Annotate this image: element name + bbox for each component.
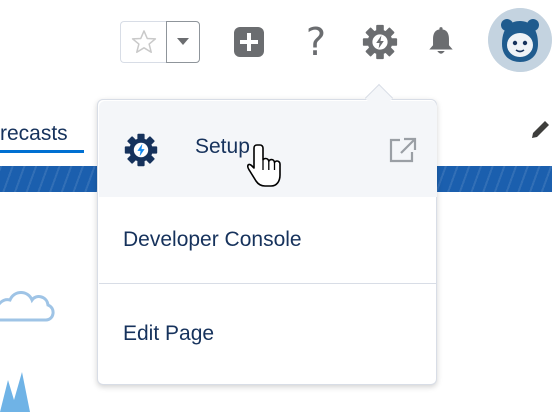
- menu-divider: [99, 283, 437, 284]
- user-avatar-button[interactable]: [488, 8, 552, 72]
- plus-square-icon: [234, 27, 264, 57]
- setup-menu: Setup Developer Console Edit Page: [97, 99, 437, 385]
- favorites-button-group: [120, 21, 206, 63]
- avatar: [488, 8, 552, 72]
- external-link-icon: [389, 137, 417, 163]
- star-outline-icon: [131, 30, 156, 54]
- menu-item-edit-page[interactable]: Edit Page: [99, 285, 437, 383]
- chart-spike-icon: [0, 372, 30, 412]
- help-button[interactable]: ?: [296, 22, 336, 62]
- pencil-icon[interactable]: [528, 118, 552, 142]
- notifications-button[interactable]: [421, 22, 461, 62]
- menu-item-edit-page-label: Edit Page: [123, 322, 215, 345]
- global-actions-button[interactable]: [229, 22, 269, 62]
- menu-item-developer-console-label: Developer Console: [123, 228, 302, 251]
- caret-down-icon: [177, 38, 189, 45]
- favorites-dropdown-button[interactable]: [166, 21, 200, 63]
- favorites-star-button[interactable]: [120, 21, 166, 63]
- hand-pointer-cursor-icon: [247, 144, 281, 187]
- salesforce-header-region: ? recasts Setup Developer Console Edit P…: [0, 0, 552, 412]
- bell-icon: [429, 27, 453, 54]
- menu-item-setup-label: Setup: [195, 135, 250, 158]
- setup-gear-button[interactable]: [360, 22, 400, 62]
- gear-bolt-icon: [362, 24, 398, 60]
- cloud-icon: [0, 291, 55, 322]
- tab-forecasts-label[interactable]: recasts: [0, 122, 68, 146]
- menu-item-developer-console[interactable]: Developer Console: [99, 197, 437, 283]
- help-icon: ?: [305, 20, 327, 64]
- active-tab-indicator: [0, 150, 84, 153]
- gear-bolt-icon: [124, 133, 158, 167]
